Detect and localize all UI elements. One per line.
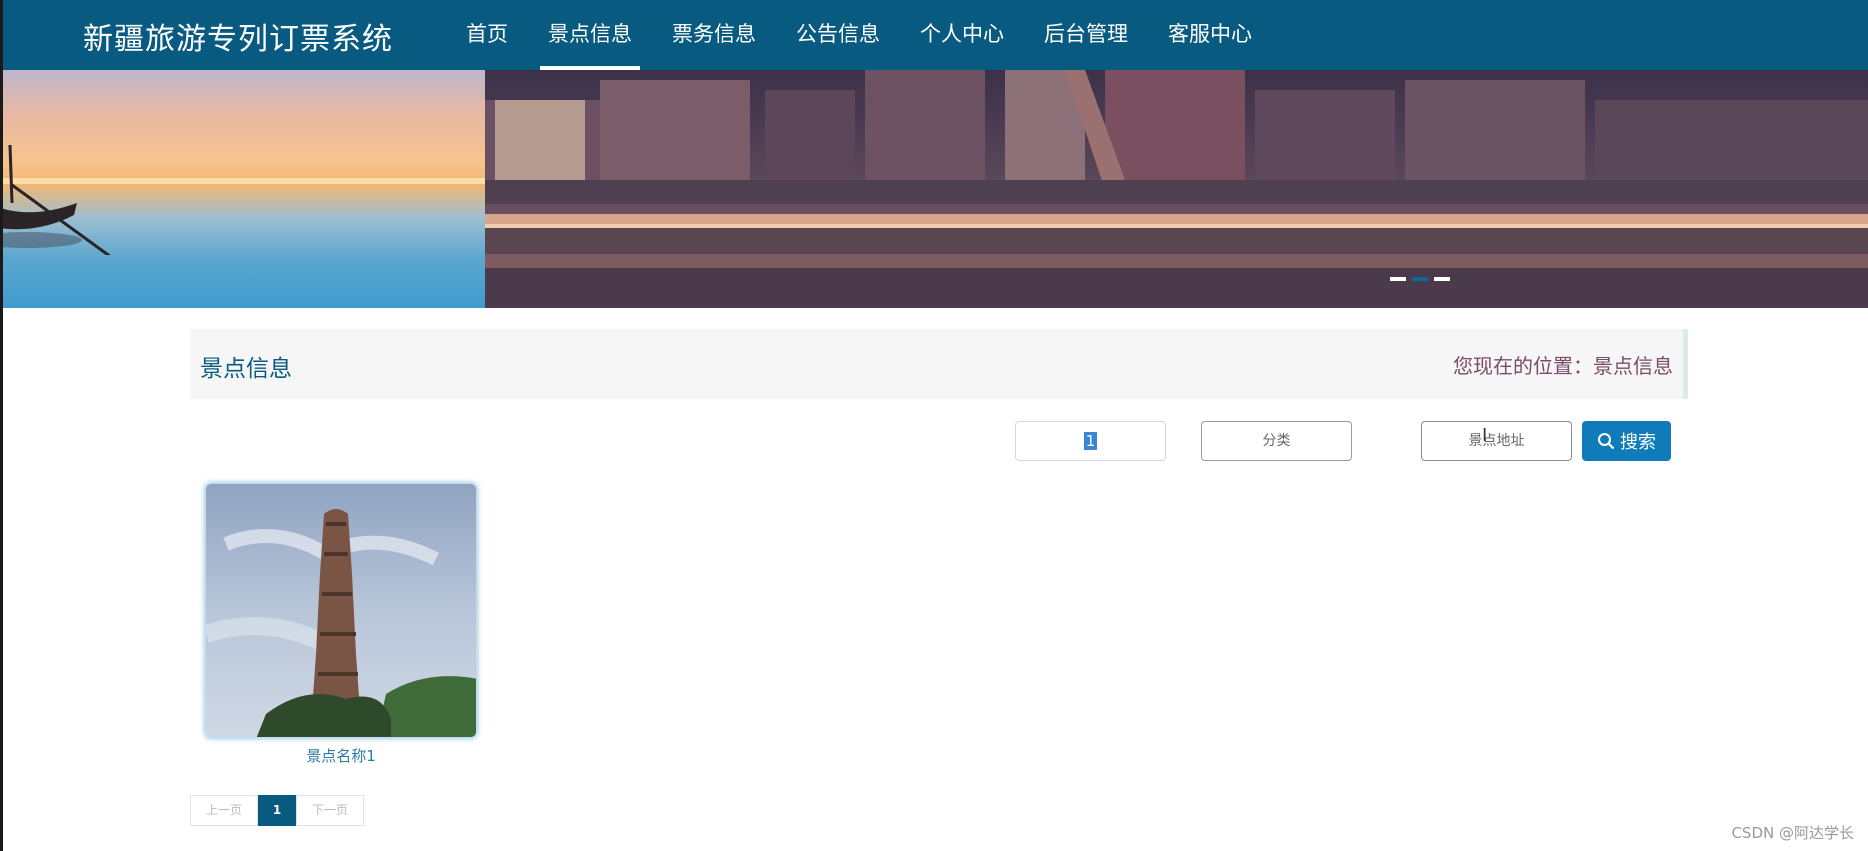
current-page-button[interactable]: 1 — [258, 795, 296, 826]
nav-item-tickets[interactable]: 票务信息 — [658, 0, 770, 70]
nav-item-admin[interactable]: 后台管理 — [1030, 0, 1142, 70]
sunset-sea-image — [0, 70, 485, 308]
boat-image — [0, 145, 111, 255]
category-input[interactable]: 分类 — [1201, 421, 1352, 461]
main-nav: 首页 景点信息 票务信息 公告信息 个人中心 后台管理 客服中心 — [452, 0, 1278, 70]
carousel-indicators — [1390, 277, 1450, 281]
address-input[interactable]: 景点地址 — [1421, 421, 1572, 461]
name-search-input[interactable]: 1 — [1015, 421, 1166, 461]
selected-text: 1 — [1083, 432, 1098, 450]
search-icon — [1598, 433, 1615, 450]
search-button[interactable]: 搜索 — [1582, 421, 1671, 461]
pagination: 上一页 1 下一页 — [190, 795, 364, 826]
carousel-dot[interactable] — [1390, 277, 1406, 281]
section-title: 景点信息 — [200, 356, 292, 382]
breadcrumb-bar: 景点信息 您现在的位置：景点信息 — [190, 329, 1688, 399]
carousel-dot[interactable] — [1434, 277, 1450, 281]
nav-item-announcements[interactable]: 公告信息 — [782, 0, 894, 70]
watermark: CSDN @阿达学长 — [1731, 824, 1854, 842]
nav-item-attractions[interactable]: 景点信息 — [534, 0, 646, 70]
banner-carousel[interactable] — [0, 70, 1868, 308]
next-page-button[interactable]: 下一页 — [296, 795, 364, 826]
page: 新疆旅游专列订票系统 首页 景点信息 票务信息 公告信息 个人中心 后台管理 客… — [0, 0, 1868, 851]
attraction-image — [206, 484, 476, 737]
nav-item-home[interactable]: 首页 — [452, 0, 522, 70]
window-edge — [0, 0, 3, 851]
carousel-dot-active[interactable] — [1412, 277, 1428, 281]
breadcrumb: 您现在的位置：景点信息 — [1453, 354, 1673, 378]
city-bridge-image — [485, 70, 1868, 308]
site-title[interactable]: 新疆旅游专列订票系统 — [83, 14, 393, 58]
prev-page-button[interactable]: 上一页 — [190, 795, 258, 826]
attraction-name-link[interactable]: 景点名称1 — [205, 745, 477, 766]
attraction-card[interactable] — [205, 483, 477, 738]
search-button-label: 搜索 — [1620, 432, 1656, 453]
nav-item-customer-service[interactable]: 客服中心 — [1154, 0, 1266, 70]
text-cursor-icon: I — [1482, 425, 1488, 446]
nav-item-user-center[interactable]: 个人中心 — [906, 0, 1018, 70]
top-nav-bar: 新疆旅游专列订票系统 首页 景点信息 票务信息 公告信息 个人中心 后台管理 客… — [0, 0, 1868, 70]
